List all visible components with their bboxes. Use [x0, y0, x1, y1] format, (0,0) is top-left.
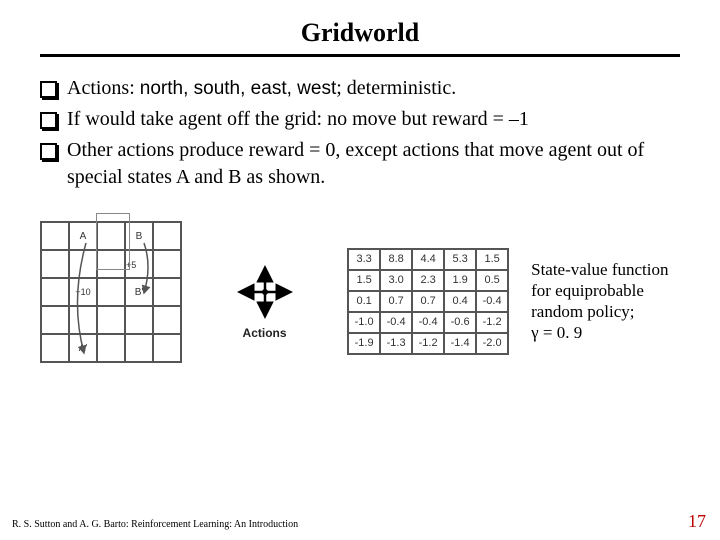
- value-cell: -0.4: [476, 291, 508, 312]
- value-cell: -1.2: [412, 333, 444, 354]
- gridworld-diagram: AB +10B' A' +5: [40, 221, 182, 381]
- compass-arrows-icon: [230, 262, 300, 322]
- value-cell: 3.3: [348, 249, 380, 270]
- bullet-item: If would take agent off the grid: no mov…: [40, 106, 680, 133]
- title-rule: [40, 54, 680, 57]
- value-cell: -1.4: [444, 333, 476, 354]
- page-number: 17: [688, 511, 706, 532]
- value-cell: -0.6: [444, 312, 476, 333]
- value-cell: 0.4: [444, 291, 476, 312]
- bullet-text: If would take agent off the grid: no mov…: [67, 106, 680, 133]
- value-cell: -0.4: [380, 312, 412, 333]
- bullet-box-icon: [40, 143, 57, 160]
- value-cell: 8.8: [380, 249, 412, 270]
- value-cell: -1.3: [380, 333, 412, 354]
- value-cell: -1.2: [476, 312, 508, 333]
- value-cell: -1.9: [348, 333, 380, 354]
- actions-diagram: Actions: [212, 262, 317, 340]
- value-cell: -2.0: [476, 333, 508, 354]
- bullet-box-icon: [40, 81, 57, 98]
- value-cell: 0.7: [412, 291, 444, 312]
- state-Bprime: B': [125, 278, 153, 306]
- bullet-text: ; deterministic.: [336, 77, 456, 99]
- caption-text: State-value function for equiprobable ra…: [531, 260, 668, 322]
- bullet-item: Actions: north, south, east, west; deter…: [40, 75, 680, 102]
- figure-area: AB +10B' A' +5: [40, 221, 680, 381]
- value-cell: 1.9: [444, 270, 476, 291]
- value-cell: 4.4: [412, 249, 444, 270]
- overlay-box: [96, 213, 130, 270]
- bullet-list: Actions: north, south, east, west; deter…: [40, 75, 680, 191]
- caption-gamma: γ = 0. 9: [531, 323, 582, 342]
- value-cell: 2.3: [412, 270, 444, 291]
- value-cell: -0.4: [412, 312, 444, 333]
- figure-caption: State-value function for equiprobable ra…: [531, 259, 680, 344]
- page-title: Gridworld: [40, 18, 680, 48]
- reward-A: +10: [69, 278, 97, 306]
- value-cell: 1.5: [348, 270, 380, 291]
- value-cell: 0.5: [476, 270, 508, 291]
- state-A: A: [69, 222, 97, 250]
- value-cell: 0.7: [380, 291, 412, 312]
- bullet-box-icon: [40, 112, 57, 129]
- value-function-grid: 3.38.84.45.31.51.53.02.31.90.50.10.70.70…: [347, 248, 509, 355]
- value-cell: -1.0: [348, 312, 380, 333]
- footer-citation: R. S. Sutton and A. G. Barto: Reinforcem…: [12, 519, 298, 530]
- bullet-text: Other actions produce reward = 0, except…: [67, 137, 680, 191]
- state-Aprime: A': [69, 334, 97, 362]
- bullet-text: Actions:: [67, 77, 140, 99]
- bullet-item: Other actions produce reward = 0, except…: [40, 137, 680, 191]
- value-cell: 5.3: [444, 249, 476, 270]
- value-cell: 1.5: [476, 249, 508, 270]
- bullet-actions: north, south, east, west: [140, 78, 336, 99]
- actions-label: Actions: [212, 326, 317, 340]
- value-cell: 3.0: [380, 270, 412, 291]
- value-cell: 0.1: [348, 291, 380, 312]
